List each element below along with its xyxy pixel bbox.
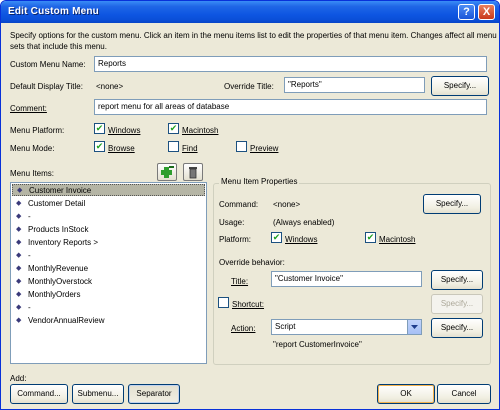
list-item[interactable]: ◆ MonthlyOrders xyxy=(12,289,205,301)
list-item[interactable]: ◆ MonthlyOverstock xyxy=(12,276,205,288)
trash-icon[interactable] xyxy=(183,163,203,181)
add-submenu-button[interactable]: Submenu... xyxy=(72,384,124,404)
command-value: <none> xyxy=(273,200,301,209)
menu-platform-windows-checkbox[interactable]: ✔ xyxy=(94,123,105,134)
list-item-icon: ◆ xyxy=(16,226,22,233)
ok-button[interactable]: OK xyxy=(377,384,435,404)
action-select[interactable]: Script xyxy=(271,319,422,335)
custom-menu-name-label: Custom Menu Name: xyxy=(10,60,86,69)
menu-mode-find-checkbox[interactable] xyxy=(168,141,179,152)
add-separator-button[interactable]: Separator xyxy=(128,384,180,404)
add-item-icon[interactable] xyxy=(157,163,177,181)
item-title-label: Title: xyxy=(231,277,249,286)
add-command-button[interactable]: Command... xyxy=(10,384,68,404)
list-item-icon: ◆ xyxy=(16,278,22,285)
comment-field[interactable]: report menu for all areas of database xyxy=(94,99,487,115)
item-title-field[interactable]: "Customer Invoice" xyxy=(271,271,422,287)
cancel-button[interactable]: Cancel xyxy=(437,384,491,404)
action-label: Action: xyxy=(231,324,256,333)
usage-label: Usage: xyxy=(219,218,245,227)
list-item[interactable]: ◆ - xyxy=(12,302,205,314)
list-item[interactable]: ◆ MonthlyRevenue xyxy=(12,263,205,275)
menu-items-label: Menu Items: xyxy=(10,169,55,178)
list-item[interactable]: ◆ Customer Invoice xyxy=(12,184,205,196)
help-button[interactable]: ? xyxy=(458,4,475,20)
menu-items-list[interactable]: ◆ Customer Invoice ◆ Customer Detail ◆ - ◆ P… xyxy=(10,182,207,364)
shortcut-label: Shortcut: xyxy=(232,300,265,309)
intro-text-line-2: sets that include this menu. xyxy=(10,42,107,51)
override-title-field[interactable]: "Reports" xyxy=(284,77,425,93)
list-item-icon: ◆ xyxy=(16,304,22,311)
menu-item-properties-title: Menu Item Properties xyxy=(219,177,300,186)
override-title-specify-button[interactable]: Specify... xyxy=(431,76,489,96)
list-item-icon: ◆ xyxy=(16,317,22,324)
menu-mode-label: Menu Mode: xyxy=(10,144,55,153)
list-item-icon: ◆ xyxy=(16,252,22,259)
usage-value: (Always enabled) xyxy=(273,218,335,227)
list-item[interactable]: ◆ - xyxy=(12,250,205,262)
menu-platform-windows-label: Windows xyxy=(108,126,141,135)
list-item-icon: ◆ xyxy=(17,187,23,194)
intro-text-line-1: Specify options for the custom menu. Cli… xyxy=(10,31,497,40)
platform-windows-label: Windows xyxy=(285,235,318,244)
shortcut-checkbox[interactable] xyxy=(218,297,229,308)
list-item-icon: ◆ xyxy=(16,213,22,220)
menu-platform-label: Menu Platform: xyxy=(10,126,65,135)
comment-label: Comment: xyxy=(10,104,47,113)
menu-platform-macintosh-checkbox[interactable]: ✔ xyxy=(168,123,179,134)
title-bar[interactable]: Edit Custom Menu ? X xyxy=(1,1,499,23)
command-specify-button[interactable]: Specify... xyxy=(423,194,481,214)
default-display-title-value: <none> xyxy=(96,82,124,91)
override-title-label: Override Title: xyxy=(224,82,274,91)
list-item-icon: ◆ xyxy=(16,291,22,298)
chevron-down-icon[interactable] xyxy=(407,320,421,334)
platform-macintosh-checkbox[interactable]: ✔ xyxy=(365,232,376,243)
platform-label: Platform: xyxy=(219,235,252,244)
action-specify-button[interactable]: Specify... xyxy=(431,318,483,338)
default-display-title-label: Default Display Title: xyxy=(10,82,83,91)
menu-mode-preview-checkbox[interactable] xyxy=(236,141,247,152)
action-detail: "report CustomerInvoice" xyxy=(273,340,362,349)
command-label: Command: xyxy=(219,200,259,209)
add-label: Add: xyxy=(10,374,27,383)
menu-mode-browse-checkbox[interactable]: ✔ xyxy=(94,141,105,152)
platform-macintosh-label: Macintosh xyxy=(379,235,416,244)
custom-menu-name-field[interactable]: Reports xyxy=(94,56,487,72)
shortcut-specify-button[interactable]: Specify... xyxy=(431,294,483,314)
menu-platform-macintosh-label: Macintosh xyxy=(182,126,219,135)
list-item[interactable]: ◆ Inventory Reports > xyxy=(12,237,205,249)
override-behavior-label: Override behavior: xyxy=(219,258,285,267)
list-item[interactable]: ◆ Products InStock xyxy=(12,224,205,236)
list-item[interactable]: ◆ - xyxy=(12,211,205,223)
window-title: Edit Custom Menu xyxy=(8,6,99,17)
list-item[interactable]: ◆ Customer Detail xyxy=(12,198,205,210)
edit-custom-menu-dialog: Edit Custom Menu ? X Specify options for… xyxy=(0,0,500,410)
close-button[interactable]: X xyxy=(478,4,495,20)
action-select-value: Script xyxy=(275,322,296,331)
list-item[interactable]: ◆ VendorAnnualReview xyxy=(12,315,205,327)
list-item-icon: ◆ xyxy=(16,265,22,272)
platform-windows-checkbox[interactable]: ✔ xyxy=(271,232,282,243)
menu-mode-browse-label: Browse xyxy=(108,144,135,153)
menu-mode-preview-label: Preview xyxy=(250,144,279,153)
list-item-icon: ◆ xyxy=(16,200,22,207)
list-item-icon: ◆ xyxy=(16,239,22,246)
menu-mode-find-label: Find xyxy=(182,144,198,153)
item-title-specify-button[interactable]: Specify... xyxy=(431,270,483,290)
